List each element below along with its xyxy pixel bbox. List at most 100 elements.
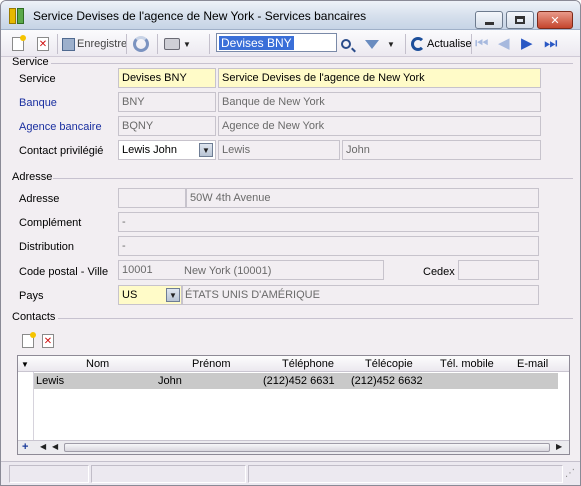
previous-record-button[interactable]: ◀ [498, 34, 510, 54]
pays-name-field: ÉTATS UNIS D'AMÉRIQUE [182, 285, 539, 305]
cell-telecopie: (212)452 6632 [351, 375, 423, 387]
maximize-button[interactable] [506, 11, 534, 29]
scroll-right-icon[interactable]: ▶ [556, 442, 562, 451]
search-value: Devises BNY [219, 35, 294, 50]
grid-header: ▼ Nom Prénom Téléphone Télécopie Tél. mo… [18, 356, 569, 372]
complement-label: Complément [19, 217, 82, 229]
first-record-button[interactable]: ⏮ [475, 34, 489, 54]
ville-field: New York (10001) [184, 265, 272, 277]
app-icon [9, 8, 25, 24]
code-postal-label: Code postal - Ville [19, 266, 109, 278]
next-record-icon: ▶ [521, 35, 533, 52]
cell-prenom: John [158, 375, 182, 387]
delete-contact-button[interactable]: ✕ [42, 334, 54, 350]
chevron-down-icon: ▼ [169, 290, 177, 300]
print-button[interactable]: ▼ [164, 34, 191, 54]
next-record-button[interactable]: ▶ [521, 34, 533, 54]
status-cell-2 [91, 465, 246, 483]
save-icon [62, 37, 75, 51]
column-prenom[interactable]: Prénom [192, 358, 231, 370]
maximize-icon [515, 16, 525, 24]
pays-label: Pays [19, 290, 44, 302]
banque-name-field: Banque de New York [218, 92, 541, 112]
search-button[interactable] [341, 34, 351, 54]
adresse-label: Adresse [19, 193, 60, 205]
table-row[interactable]: Lewis John (212)452 6631 (212)452 6632 [34, 373, 558, 389]
service-label: Service [19, 73, 56, 85]
adresse-group-title: Adresse [12, 171, 53, 183]
save-button[interactable]: Enregistre [62, 34, 127, 54]
adresse-prefix-field [118, 188, 186, 208]
new-document-icon [22, 332, 36, 348]
search-input[interactable]: Devises BNY [216, 33, 337, 52]
status-bar: ⋰ [1, 461, 580, 485]
agence-label[interactable]: Agence bancaire [19, 121, 102, 133]
actualise-label: Actualise [427, 38, 472, 50]
contact-label: Contact privilégié [19, 145, 104, 157]
minimize-icon [484, 21, 494, 25]
scroll-thumb[interactable] [64, 443, 550, 452]
complement-field: - [118, 212, 539, 232]
minimize-button[interactable] [475, 11, 503, 29]
scroll-left-icon[interactable]: ◀ [40, 442, 46, 451]
status-cell-1 [9, 465, 89, 483]
refresh-button[interactable] [133, 34, 149, 54]
contact-lastname-field: Lewis [218, 140, 340, 160]
adresse-field: 50W 4th Avenue [186, 188, 539, 208]
column-email[interactable]: E-mail [517, 358, 548, 370]
delete-button[interactable]: ✕ [37, 34, 49, 54]
banque-code-field: BNY [118, 92, 216, 112]
status-cell-3 [248, 465, 563, 483]
contact-dropdown-button[interactable]: ▼ [199, 143, 213, 157]
column-telecopie[interactable]: Télécopie [365, 358, 413, 370]
banque-label[interactable]: Banque [19, 97, 57, 109]
chevron-down-icon: ▼ [183, 39, 191, 49]
window-title: Service Devises de l'agence de New York … [33, 9, 367, 23]
contact-firstname-field: John [342, 140, 541, 160]
new-button[interactable] [12, 34, 26, 54]
column-mobile[interactable]: Tél. mobile [440, 358, 494, 370]
service-name-field[interactable]: Service Devises de l'agence de New York [218, 68, 541, 88]
scroll-left-end-icon[interactable]: ◀ [52, 442, 58, 451]
delete-icon: ✕ [37, 37, 49, 51]
chevron-down-icon: ▼ [202, 145, 210, 155]
cell-telephone: (212)452 6631 [263, 375, 335, 387]
filter-icon [365, 39, 379, 49]
horizontal-scrollbar[interactable]: + ◀ ◀ ▶ [18, 440, 569, 454]
contacts-group-title: Contacts [12, 311, 56, 323]
service-code-field[interactable]: Devises BNY [118, 68, 216, 88]
close-icon: ✕ [550, 14, 560, 27]
actualise-icon [411, 37, 425, 51]
save-label: Enregistre [77, 38, 128, 50]
previous-record-icon: ◀ [498, 35, 510, 52]
column-nom[interactable]: Nom [86, 358, 109, 370]
cedex-label: Cedex [423, 266, 455, 278]
cedex-field [458, 260, 539, 280]
title-bar: Service Devises de l'agence de New York … [1, 1, 580, 30]
column-telephone[interactable]: Téléphone [282, 358, 334, 370]
close-button[interactable]: ✕ [537, 11, 573, 29]
filter-button[interactable]: ▼ [365, 34, 395, 54]
add-contact-button[interactable] [22, 332, 36, 350]
first-record-icon: ⏮ [475, 35, 489, 52]
print-icon [164, 38, 180, 50]
agence-name-field: Agence de New York [218, 116, 541, 136]
distribution-field: - [118, 236, 539, 256]
pays-dropdown-button[interactable]: ▼ [166, 288, 180, 302]
new-document-icon [12, 35, 26, 51]
distribution-label: Distribution [19, 241, 75, 253]
delete-icon: ✕ [42, 334, 54, 348]
agence-code-field: BQNY [118, 116, 216, 136]
actualise-button[interactable]: Actualise [411, 34, 472, 54]
refresh-icon [133, 36, 149, 52]
service-group-title: Service [12, 56, 49, 68]
toolbar: ✕ Enregistre ▼ Devises BNY ▼ Actualise ⏮… [1, 30, 580, 57]
resize-grip-icon[interactable]: ⋰ [565, 468, 575, 479]
contacts-grid: ▼ Nom Prénom Téléphone Télécopie Tél. mo… [17, 355, 570, 455]
last-record-icon: ⏭ [544, 35, 558, 52]
sort-arrow-icon[interactable]: ▼ [21, 360, 29, 369]
search-icon [341, 39, 351, 49]
expand-icon[interactable]: + [22, 441, 28, 453]
last-record-button[interactable]: ⏭ [544, 34, 558, 54]
cell-nom: Lewis [36, 375, 65, 387]
